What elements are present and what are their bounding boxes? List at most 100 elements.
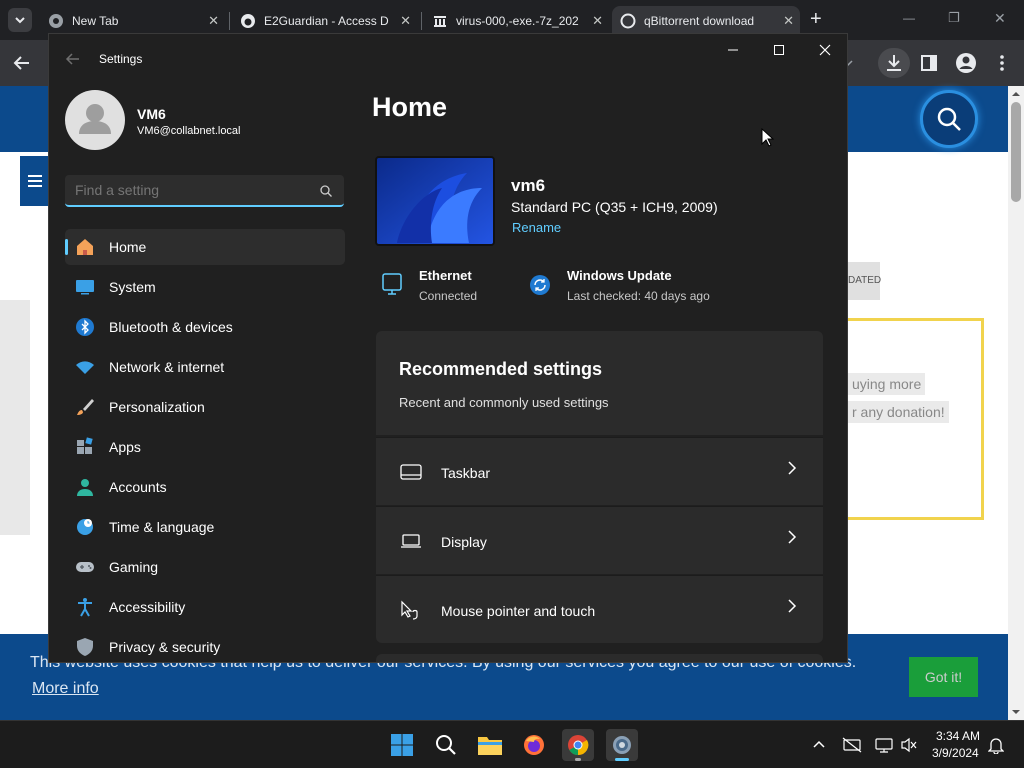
scroll-down-icon[interactable] — [1008, 704, 1024, 720]
recommended-item-mouse[interactable]: Mouse pointer and touch — [376, 575, 823, 643]
running-indicator — [575, 758, 581, 761]
back-arrow-icon[interactable] — [12, 53, 32, 73]
nav-item-apps[interactable]: Apps — [65, 429, 345, 465]
status-fragment: DATED — [848, 275, 882, 286]
recommended-item-taskbar[interactable]: Taskbar — [376, 437, 823, 505]
ethernet-title[interactable]: Ethernet — [419, 268, 472, 283]
tab-search-button[interactable] — [8, 8, 32, 32]
device-name: vm6 — [511, 176, 546, 195]
mouse-pointer-touch-icon — [401, 600, 418, 620]
browser-minimize-button[interactable]: — — [903, 11, 915, 25]
search-input[interactable] — [75, 181, 305, 199]
apps-grid-icon — [77, 437, 93, 454]
accessibility-icon — [78, 598, 92, 617]
tab-close-icon[interactable]: ✕ — [208, 13, 219, 29]
profile-icon[interactable] — [955, 52, 977, 74]
got-it-button[interactable]: Got it! — [909, 657, 978, 697]
tab-close-icon[interactable]: ✕ — [783, 13, 794, 29]
user-name: VM6 — [137, 106, 166, 122]
more-info-link[interactable]: More info — [32, 680, 99, 698]
new-tab-button[interactable]: + — [810, 8, 822, 31]
taskbar-chrome[interactable] — [562, 729, 594, 761]
tab-separator — [421, 12, 422, 30]
bluetooth-icon — [76, 318, 94, 336]
nav-item-bluetooth[interactable]: Bluetooth & devices — [65, 309, 345, 345]
network-disconnected-icon[interactable] — [842, 737, 862, 753]
taskbar-icon — [400, 464, 422, 480]
chevron-up-icon[interactable] — [812, 738, 826, 752]
chevron-down-icon — [15, 17, 25, 24]
chevron-right-icon — [788, 599, 797, 613]
taskbar: 3:34 AM 3/9/2024 — [0, 720, 1024, 768]
volume-muted-icon[interactable] — [900, 737, 918, 753]
globe-clock-icon — [77, 519, 93, 535]
clock-date[interactable]: 3/9/2024 — [932, 746, 979, 760]
tab-separator — [229, 12, 230, 30]
donation-text-line: r any donation! — [848, 401, 949, 423]
nav-item-system[interactable]: System — [65, 269, 345, 305]
window-minimize-button[interactable] — [725, 42, 741, 58]
github-icon — [241, 14, 255, 28]
nav-item-home[interactable]: Home — [65, 229, 345, 265]
start-button[interactable] — [386, 729, 418, 761]
tab-close-icon[interactable]: ✕ — [592, 13, 603, 29]
nav-item-accessibility[interactable]: Accessibility — [65, 589, 345, 625]
gear-icon — [613, 736, 631, 754]
browser-close-button[interactable]: ✕ — [994, 10, 1006, 27]
back-arrow-icon[interactable] — [65, 51, 81, 67]
chevron-right-icon — [788, 461, 797, 475]
site-menu-button[interactable] — [20, 156, 50, 206]
scroll-up-icon[interactable] — [1008, 86, 1024, 102]
taskbar-firefox[interactable] — [518, 729, 550, 761]
tab-qbittorrent[interactable]: qBittorrent download ✕ — [612, 6, 800, 36]
nav-item-label: Time & language — [109, 519, 215, 535]
clock-time[interactable]: 3:34 AM — [936, 729, 980, 743]
display-network-icon[interactable] — [874, 737, 894, 753]
site-gray-strip — [0, 300, 30, 535]
side-panel-icon[interactable] — [920, 54, 938, 72]
nav-item-accounts[interactable]: Accounts — [65, 469, 345, 505]
recommended-card: Recommended settings Recent and commonly… — [376, 331, 823, 435]
nav-item-network[interactable]: Network & internet — [65, 349, 345, 385]
gamepad-icon — [76, 562, 94, 572]
windows-update-icon — [530, 275, 550, 295]
search-box[interactable] — [65, 175, 344, 207]
window-maximize-button[interactable] — [771, 42, 787, 58]
avatar[interactable] — [65, 90, 125, 150]
taskbar-search-button[interactable] — [430, 729, 462, 761]
taskbar-file-explorer[interactable] — [474, 729, 506, 761]
browser-restore-button[interactable]: ❐ — [948, 10, 960, 26]
next-card-edge — [376, 654, 823, 662]
tab-new-tab[interactable]: New Tab ✕ — [40, 6, 225, 36]
device-thumbnail[interactable] — [375, 156, 495, 246]
nav-item-label: Home — [109, 239, 147, 255]
windows-logo-icon — [391, 734, 413, 756]
windows-update-title[interactable]: Windows Update — [567, 268, 672, 283]
user-email: VM6@collabnet.local — [137, 125, 241, 137]
chevron-right-icon — [788, 530, 797, 544]
nav-item-personalization[interactable]: Personalization — [65, 389, 345, 425]
tab-close-icon[interactable]: ✕ — [400, 13, 411, 29]
tab-title: E2Guardian - Access D — [264, 14, 389, 28]
downloads-button[interactable] — [878, 48, 910, 78]
nav-item-label: Privacy & security — [109, 639, 221, 655]
nav-item-privacy-security[interactable]: Privacy & security — [65, 629, 345, 662]
tab-virus-archive[interactable]: virus-000,-exe.-7z_202 ✕ — [424, 6, 609, 36]
window-close-button[interactable] — [817, 42, 833, 58]
close-icon — [819, 44, 831, 56]
nav-item-time-language[interactable]: Time & language — [65, 509, 345, 545]
more-vertical-icon[interactable] — [994, 53, 1010, 73]
chrome-icon — [49, 14, 63, 28]
site-search-button[interactable] — [920, 90, 978, 148]
scrollbar-thumb[interactable] — [1011, 102, 1021, 202]
notification-bell-icon[interactable] — [988, 736, 1004, 754]
ethernet-icon — [382, 273, 402, 295]
window-title: Settings — [99, 52, 143, 66]
taskbar-settings[interactable] — [606, 729, 638, 761]
rename-link[interactable]: Rename — [512, 220, 561, 235]
tab-e2guardian[interactable]: E2Guardian - Access D ✕ — [232, 6, 417, 36]
user-icon — [79, 104, 111, 134]
nav-item-gaming[interactable]: Gaming — [65, 549, 345, 585]
nav-item-label: System — [109, 279, 156, 295]
recommended-item-display[interactable]: Display — [376, 506, 823, 574]
